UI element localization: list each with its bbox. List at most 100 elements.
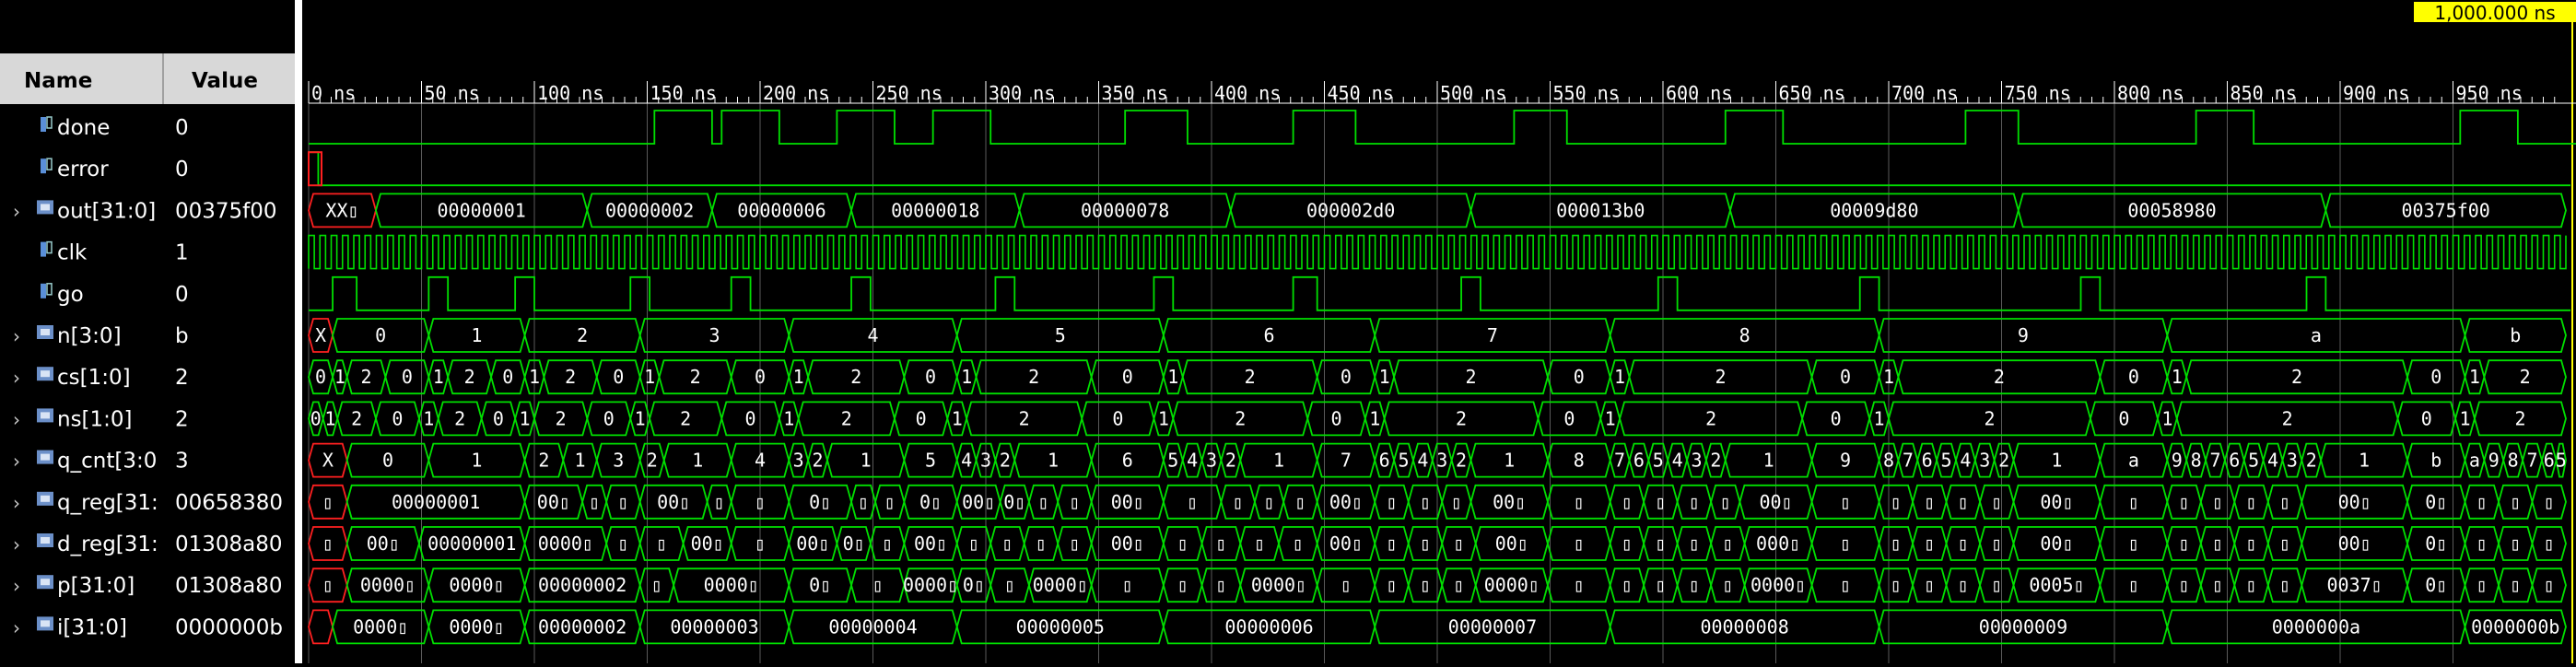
bus-value-label: 00000006 [737,199,825,221]
waveform-clk[interactable] [308,234,2567,270]
bit-signal-icon [41,283,53,298]
signal-row-out[interactable]: › out[31:0] 00375f00 [13,199,277,223]
signal-name[interactable]: q_reg[31: [57,491,158,515]
bus-signal-icon [37,408,53,423]
bus-signal-icon [37,367,53,381]
bus-value-label: 0 [382,450,393,472]
bus-value-label: 0 [375,324,386,346]
signal-name[interactable]: ns[1:0] [57,407,133,431]
bus-value-label: 2 [538,450,549,472]
bus-value-label: 4 [755,450,766,472]
bus-value-label: 0 [603,407,615,429]
signal-row-q_reg[interactable]: › q_reg[31: 00658380 [13,491,283,515]
signal-name[interactable]: q_cnt[3:0 [57,450,157,474]
name-column-header[interactable]: Name [24,69,92,93]
expand-chevron-icon[interactable]: › [13,451,20,473]
bus-value-label: 0 [315,366,326,388]
bus-value-label: 0 [1112,407,1123,429]
signal-name[interactable]: i[31:0] [57,615,127,639]
ruler-tick-label: 500 ns [1440,82,1506,104]
signal-row-i[interactable]: › i[31:0] 0000000b [13,615,283,639]
signal-name[interactable]: clk [57,241,88,265]
icon-inner [41,579,50,586]
signal-row-error[interactable]: error 0 [41,158,189,181]
bus-value-label: ▯ [322,532,334,555]
panel-splitter[interactable] [295,0,302,663]
signal-row-d_reg[interactable]: › d_reg[31: 01308a80 [13,532,283,556]
bus-value-label: 0 [1122,366,1133,388]
bus-value-label: 1 [2172,366,2183,388]
expand-chevron-icon[interactable]: › [13,367,20,389]
bus-value-label: 2 [813,450,824,472]
signal-value: 0 [175,116,189,140]
bus-value-label: ▯ [2179,491,2190,513]
bus-value-label: ▯ [1722,574,1733,596]
bus-value-label: ▯ [2279,532,2290,555]
expand-chevron-icon[interactable]: › [13,616,20,638]
signal-name[interactable]: d_reg[31: [57,532,158,556]
bus-value-label: 5 [2556,450,2567,472]
bus-value-label: ▯ [2128,532,2139,555]
signal-name[interactable]: p[31:0] [57,574,135,598]
bus-value-label: 2 [556,407,567,429]
value-column-header[interactable]: Value [192,69,258,93]
signal-row-done[interactable]: done 0 [41,116,189,140]
bus-value-label: 9 [2172,450,2183,472]
waveform-go[interactable] [309,275,2570,311]
bus-value-label: 2 [2306,450,2317,472]
bus-value-label: 4 [961,450,972,472]
bus-value-label: 00000002 [605,199,694,221]
expand-chevron-icon[interactable]: › [13,575,20,597]
expand-chevron-icon[interactable]: › [13,408,20,430]
signal-row-p[interactable]: › p[31:0] 01308a80 [13,574,283,598]
signal-row-ns[interactable]: › ns[1:0] 2 [13,407,189,431]
bus-value-label: 5 [1055,324,1066,346]
icon-bar [41,283,46,298]
expand-chevron-icon[interactable]: › [13,492,20,514]
waveform-done[interactable] [309,110,2576,145]
bus-value-label: 2 [680,407,691,429]
bus-value-label: ▯ [1924,574,1935,596]
bus-value-label: 0 [1563,407,1575,429]
ruler-tick-label: 600 ns [1666,82,1732,104]
signal-name[interactable]: done [57,116,110,140]
header-divider[interactable] [162,53,164,104]
signal-name[interactable]: n[3:0] [57,324,122,348]
bus-value-label: 0000000b [2471,615,2559,638]
signal-value: 0000000b [175,615,283,639]
bus-value-label: 000002d0 [1306,199,1395,221]
signal-value: 0 [175,283,189,307]
bus-value-label: 2 [2514,407,2525,429]
signal-name[interactable]: cs[1:0] [57,366,131,390]
bus-value-label: 1 [861,450,872,472]
bus-value-label: ▯ [1036,532,1047,555]
bus-value-label: ▯ [1840,574,1851,596]
bus-signal-icon [37,450,53,464]
bus-value-label: ▯ [1453,532,1464,555]
bus-value-label: 7 [1614,450,1625,472]
bus-value-label: 0 [2118,407,2129,429]
signal-name[interactable]: error [57,158,109,181]
signal-name[interactable]: out[31:0] [57,199,156,223]
signal-row-clk[interactable]: clk 1 [41,241,189,265]
bus-value-label: 00▯ [2338,491,2371,513]
bus-value-label: 2 [1000,450,1011,472]
bus-value-label: ▯ [617,532,628,555]
expand-chevron-icon[interactable]: › [13,325,20,347]
signal-row-go[interactable]: go 0 [41,283,189,307]
expand-chevron-icon[interactable]: › [13,200,20,222]
bus-value-label: 0000000a [2272,615,2360,638]
signal-row-cs[interactable]: › cs[1:0] 2 [13,366,189,390]
bus-value-label: ▯ [1038,491,1049,513]
bus-value-label: 2 [1998,450,2009,472]
bus-value-label: 0 [392,407,403,429]
bus-value-label: 9 [2018,324,2029,346]
waveform-error[interactable] [308,151,2570,187]
signal-row-q_cnt[interactable]: › q_cnt[3:0 3 [13,450,189,474]
bus-value-label: 00▯ [914,532,947,555]
expand-chevron-icon[interactable]: › [13,533,20,556]
signal-name[interactable]: go [57,283,84,307]
signal-row-n[interactable]: › n[3:0] b [13,324,189,348]
bus-value-label: 0000▯ [1033,574,1088,596]
bus-value-label: 0 [1331,407,1342,429]
